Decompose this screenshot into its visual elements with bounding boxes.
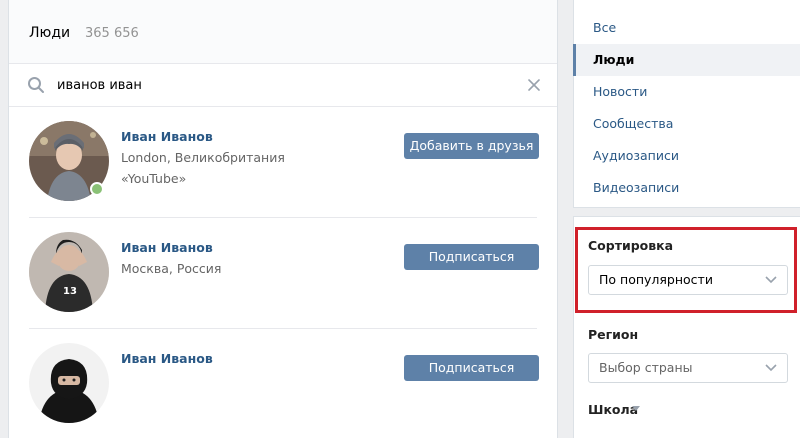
school-filter-toggle[interactable]: Школа: [588, 402, 638, 417]
add-friend-button[interactable]: Добавить в друзья: [404, 133, 539, 159]
result-row: Иван Иванов London, Великобритания «YouT…: [9, 107, 557, 218]
result-row: Иван Иванов Подписаться: [9, 329, 557, 438]
search-section-nav: Все Люди Новости Сообщества Аудиозаписи …: [573, 0, 800, 208]
nav-item-all[interactable]: Все: [574, 12, 800, 44]
nav-item-news[interactable]: Новости: [574, 76, 800, 108]
region-label: Регион: [588, 327, 639, 342]
nav-item-communities[interactable]: Сообщества: [574, 108, 800, 140]
online-indicator: [90, 182, 104, 196]
region-select[interactable]: Выбор страны: [588, 353, 788, 383]
subscribe-button[interactable]: Подписаться: [404, 355, 539, 381]
sort-highlight-frame: [575, 227, 797, 313]
region-select-value: Выбор страны: [599, 360, 693, 375]
user-name[interactable]: Иван Иванов: [121, 240, 213, 255]
svg-text:13: 13: [63, 286, 77, 297]
subscribe-button[interactable]: Подписаться: [404, 244, 539, 270]
results-count: 365 656: [85, 26, 139, 41]
avatar[interactable]: 13: [29, 232, 109, 312]
user-name[interactable]: Иван Иванов: [121, 351, 213, 366]
page-title: Люди: [29, 25, 71, 41]
caret-down-icon: [632, 406, 640, 411]
search-bar: [9, 64, 557, 107]
result-row: 13 Иван Иванов Москва, Россия Подписатьс…: [9, 218, 557, 329]
results-header: Люди 365 656: [9, 0, 557, 64]
nav-item-audio[interactable]: Аудиозаписи: [574, 140, 800, 172]
search-results-panel: Люди 365 656 Иван Ива: [8, 0, 558, 438]
user-location: London, Великобритания: [121, 150, 285, 165]
avatar[interactable]: [29, 343, 109, 423]
nav-item-people[interactable]: Люди: [573, 44, 800, 76]
user-name[interactable]: Иван Иванов: [121, 129, 213, 144]
search-input[interactable]: [57, 75, 507, 95]
user-location: Москва, Россия: [121, 261, 222, 276]
search-icon: [28, 77, 44, 93]
clear-search-icon[interactable]: [526, 77, 542, 93]
user-info: «YouTube»: [121, 171, 187, 186]
chevron-down-icon: [765, 364, 777, 372]
nav-item-video[interactable]: Видеозаписи: [574, 172, 800, 204]
